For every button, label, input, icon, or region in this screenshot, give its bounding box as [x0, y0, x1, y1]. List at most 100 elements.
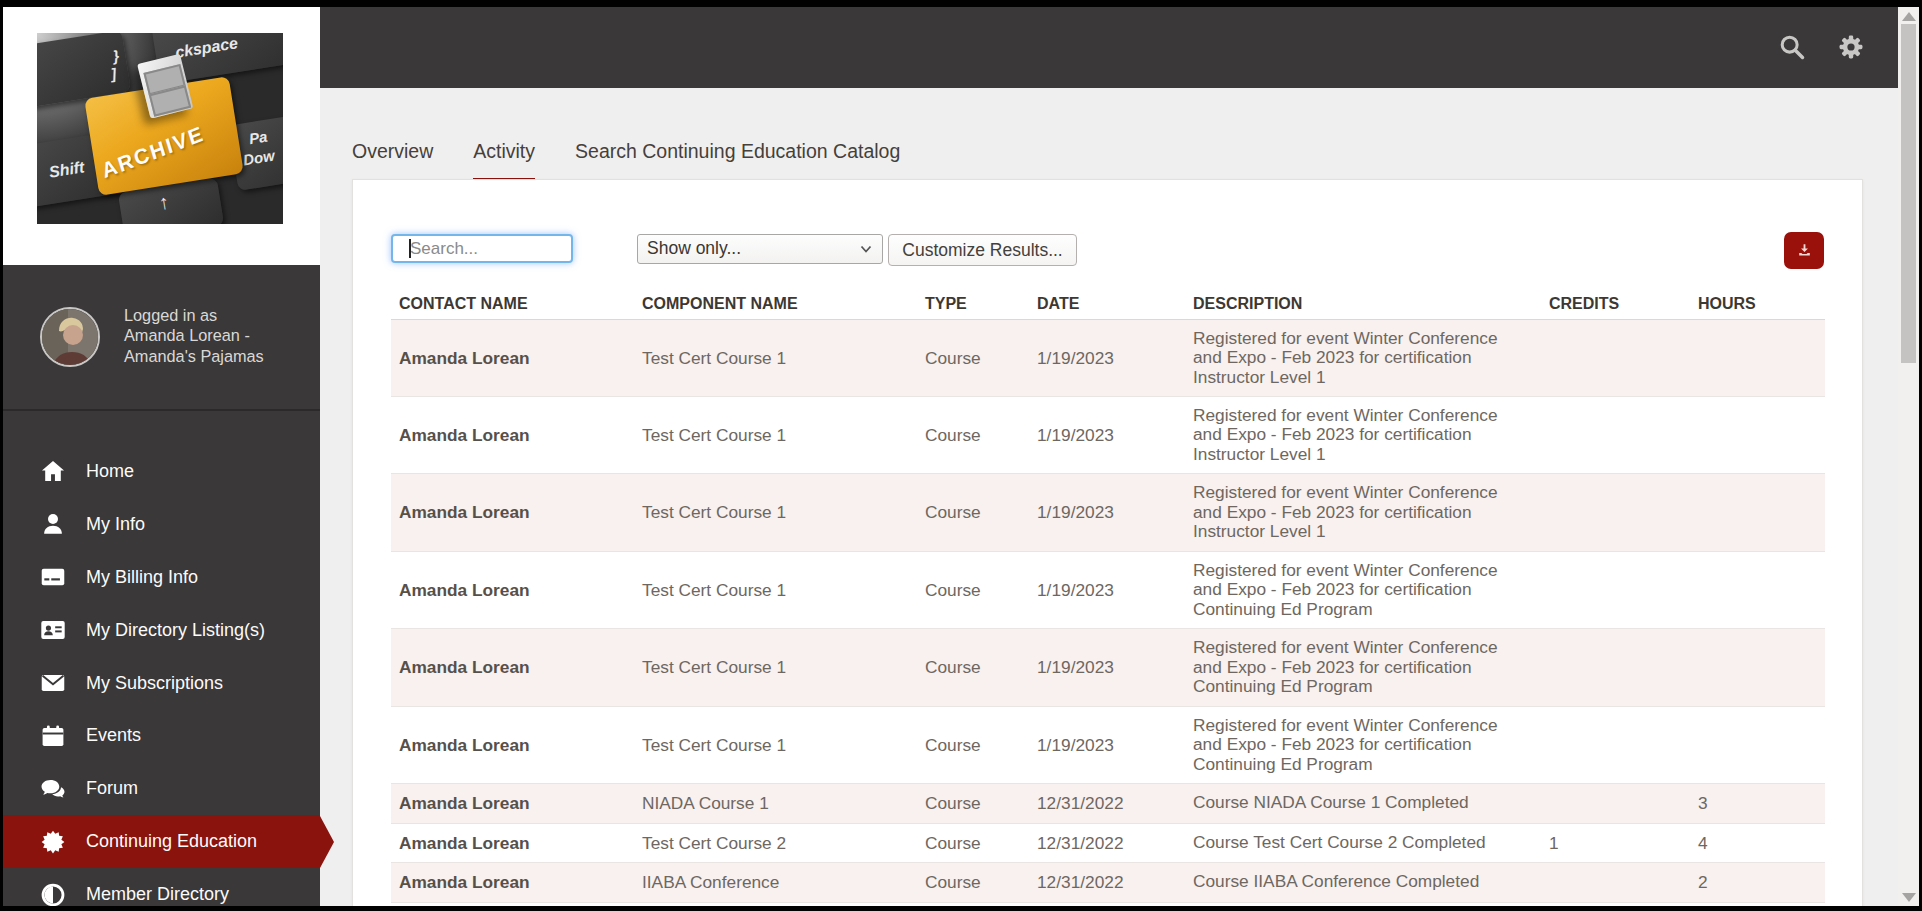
sidebar-item-events[interactable]: Events: [3, 709, 320, 762]
credit-card-icon: [40, 564, 66, 590]
cell-description: Registered for event Winter Conference a…: [1193, 561, 1518, 620]
cell-credits: 1: [1549, 832, 1559, 853]
sidebar-menu: Home My Info My Billing Info My Directory L…: [3, 445, 320, 911]
download-button[interactable]: [1784, 232, 1824, 269]
cell-date: 12/31/2022: [1037, 793, 1124, 814]
tab-activity[interactable]: Activity: [473, 140, 535, 178]
archive-key: ARCHIVE: [84, 76, 244, 196]
cell-contact: Amanda Lorean: [399, 872, 530, 893]
scroll-thumb[interactable]: [1901, 24, 1916, 363]
sidebar-item-label: My Directory Listing(s): [86, 620, 265, 641]
table-body: Amanda Lorean Test Cert Course 1 Course 1/1…: [391, 319, 1825, 903]
cell-description: Registered for event Winter Conference a…: [1193, 329, 1518, 388]
cell-date: 1/19/2023: [1037, 657, 1114, 678]
envelope-icon: [40, 670, 66, 696]
show-only-select[interactable]: Show only...: [637, 234, 883, 264]
sidebar-item-label: Continuing Education: [86, 831, 257, 852]
cell-component: Test Cert Course 1: [642, 347, 786, 368]
sidebar-item-continuing-education[interactable]: Continuing Education: [3, 815, 320, 868]
logged-in-line1: Logged in as: [124, 305, 264, 325]
cell-type: Course: [925, 793, 981, 814]
gear-icon[interactable]: [1837, 33, 1865, 61]
sidebar-item-my-info[interactable]: My Info: [3, 498, 320, 551]
scroll-down-arrow[interactable]: [1902, 893, 1916, 902]
search-icon[interactable]: [1778, 33, 1806, 61]
window-frame: [0, 0, 3, 911]
column-header-date: DATE: [1037, 295, 1079, 313]
tab-search-continuing-education-catalog[interactable]: Search Continuing Education Catalog: [575, 140, 900, 178]
cell-description: Course Test Cert Course 2 Completed: [1193, 833, 1518, 853]
cell-component: NIADA Course 1: [642, 793, 769, 814]
activity-card: Show only... Customize Results... CONTAC…: [352, 179, 1863, 909]
sidebar-divider: [3, 409, 320, 411]
cell-contact: Amanda Lorean: [399, 657, 530, 678]
tab-overview[interactable]: Overview: [352, 140, 433, 178]
sidebar-item-my-directory-listing-s[interactable]: My Directory Listing(s): [3, 604, 320, 657]
download-icon: [1796, 242, 1813, 259]
cell-component: Test Cert Course 1: [642, 657, 786, 678]
sidebar-item-my-subscriptions[interactable]: My Subscriptions: [3, 657, 320, 710]
cell-type: Course: [925, 424, 981, 445]
cell-date: 1/19/2023: [1037, 347, 1114, 368]
sidebar: } ] ckspace Shift Pa Dow ↑ ARCHIVE: [3, 7, 320, 906]
adjust-icon: [40, 882, 66, 908]
cell-description: Registered for event Winter Conference a…: [1193, 483, 1518, 542]
customize-results-button[interactable]: Customize Results...: [888, 234, 1077, 266]
sidebar-item-member-directory[interactable]: Member Directory: [3, 868, 320, 911]
cell-description: Course IIABA Conference Completed: [1193, 873, 1518, 893]
cell-type: Course: [925, 579, 981, 600]
cell-component: Test Cert Course 1: [642, 579, 786, 600]
column-header-type: TYPE: [925, 295, 967, 313]
cell-type: Course: [925, 832, 981, 853]
chevron-down-icon: [859, 242, 873, 256]
cell-component: IIABA Conference: [642, 872, 779, 893]
sidebar-item-label: My Billing Info: [86, 567, 198, 588]
comments-icon: [40, 776, 66, 802]
sidebar-item-my-billing-info[interactable]: My Billing Info: [3, 551, 320, 604]
scroll-up-arrow[interactable]: [1902, 12, 1916, 21]
sidebar-item-label: Forum: [86, 778, 138, 799]
logo-page-label: Pa: [248, 128, 269, 148]
calendar-icon: [40, 723, 66, 749]
cell-contact: Amanda Lorean: [399, 347, 530, 368]
table-row: Amanda Lorean NIADA Course 1 Course 12/31/2…: [391, 784, 1825, 824]
certificate-icon: [40, 829, 66, 855]
user-icon: [40, 511, 66, 537]
cell-description: Registered for event Winter Conference a…: [1193, 638, 1518, 697]
table-row: Amanda LoreanTest Cert Course 1Course1/1…: [391, 552, 1825, 630]
sidebar-item-forum[interactable]: Forum: [3, 762, 320, 815]
logo-area: } ] ckspace Shift Pa Dow ↑ ARCHIVE: [3, 7, 320, 265]
app-window: } ] ckspace Shift Pa Dow ↑ ARCHIVE: [0, 0, 1922, 911]
sidebar-item-label: Home: [86, 461, 134, 482]
cell-contact: Amanda Lorean: [399, 832, 530, 853]
cell-type: Course: [925, 347, 981, 368]
table-row: Amanda Lorean Test Cert Course 1 Course 1/1…: [391, 319, 1825, 397]
cell-type: Course: [925, 657, 981, 678]
search-input[interactable]: [391, 234, 573, 263]
main-content: Overview Activity Search Continuing Educat…: [320, 88, 1898, 906]
column-header-credits: CREDITS: [1549, 295, 1619, 313]
cell-description: Registered for event Winter Conference a…: [1193, 716, 1518, 775]
home-icon: [40, 458, 66, 484]
cell-date: 1/19/2023: [1037, 424, 1114, 445]
scrollbar[interactable]: [1898, 7, 1919, 906]
show-only-value: Show only...: [647, 238, 741, 259]
cell-date: 1/19/2023: [1037, 502, 1114, 523]
cell-hours: 2: [1698, 872, 1708, 893]
cell-description: Registered for event Winter Conference a…: [1193, 406, 1518, 465]
cell-type: Course: [925, 872, 981, 893]
cell-contact: Amanda Lorean: [399, 793, 530, 814]
cell-contact: Amanda Lorean: [399, 424, 530, 445]
cell-type: Course: [925, 734, 981, 755]
table-row: Amanda LoreanTest Cert Course 2Course12/…: [391, 824, 1825, 864]
topbar: [320, 7, 1898, 88]
column-header-contact-name: CONTACT NAME: [399, 295, 528, 313]
cell-type: Course: [925, 502, 981, 523]
sidebar-item-home[interactable]: Home: [3, 445, 320, 498]
archive-key-label: ARCHIVE: [99, 110, 237, 183]
table-row: Amanda LoreanIIABA ConferenceCourse12/31…: [391, 863, 1825, 903]
window-frame: [0, 0, 1922, 7]
cell-contact: Amanda Lorean: [399, 579, 530, 600]
sidebar-item-label: Member Directory: [86, 884, 229, 905]
cell-contact: Amanda Lorean: [399, 734, 530, 755]
